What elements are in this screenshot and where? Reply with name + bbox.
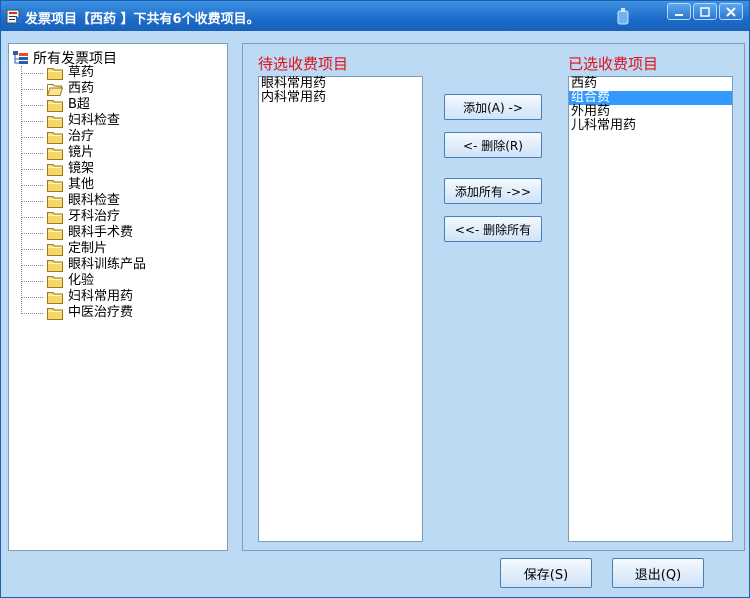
folder-icon	[47, 275, 63, 288]
save-button[interactable]: 保存(S)	[500, 558, 592, 588]
tree-item[interactable]: 镜架	[21, 161, 146, 177]
folder-icon	[47, 259, 63, 272]
folder-icon	[47, 67, 63, 80]
tree-item-label: 牙科治疗	[68, 209, 121, 224]
tree-item[interactable]: 眼科手术费	[21, 225, 146, 241]
selected-items-title: 已选收费项目	[568, 55, 659, 73]
folder-icon	[47, 195, 63, 208]
tree-item[interactable]: 其他	[21, 177, 146, 193]
tree-item-label: 妇科检查	[68, 113, 121, 128]
list-item[interactable]: 眼科常用药	[259, 77, 422, 91]
tree-item[interactable]: 眼科训练产品	[21, 257, 146, 273]
tree-item-label: 眼科检查	[68, 193, 121, 208]
exit-button[interactable]: 退出(Q)	[612, 558, 704, 588]
tree-item-label: 其他	[68, 177, 95, 192]
tree-item[interactable]: 牙科治疗	[21, 209, 146, 225]
remove-button[interactable]: <- 删除(R)	[444, 132, 542, 158]
tree-item-label: 眼科手术费	[68, 225, 134, 240]
tree-item[interactable]: 妇科常用药	[21, 289, 146, 305]
tree-item[interactable]: 草药	[21, 65, 146, 81]
charge-item-panel: 待选收费项目 眼科常用药 内科常用药 已选收费项目 西药 组合费 外用药 儿科常用药 添…	[242, 43, 745, 551]
folder-icon	[47, 115, 63, 128]
ime-icon[interactable]	[615, 7, 631, 25]
invoice-category-tree[interactable]: 所有发票项目 草药 西药 B超 妇科检查 治疗 镜片 镜架 其他 眼科检查 牙科治疗 眼科手术费 定制…	[8, 43, 228, 551]
maximize-icon	[700, 6, 710, 17]
pending-items-title: 待选收费项目	[258, 55, 349, 73]
folder-icon	[47, 179, 63, 192]
tree-item[interactable]: 化验	[21, 273, 146, 289]
pending-items-list[interactable]: 眼科常用药 内科常用药	[258, 76, 423, 542]
tree-item-label: 镜片	[68, 145, 95, 160]
folder-icon	[47, 131, 63, 144]
tree-root-icon	[13, 50, 28, 64]
minimize-button[interactable]	[667, 3, 691, 20]
tree-item-label: 妇科常用药	[68, 289, 134, 304]
tree-item-label: 草药	[68, 65, 95, 80]
selected-items-list[interactable]: 西药 组合费 外用药 儿科常用药	[568, 76, 733, 542]
tree-item-label: 定制片	[68, 241, 108, 256]
folder-icon	[47, 291, 63, 304]
maximize-button[interactable]	[693, 3, 717, 20]
tree-item-label: 化验	[68, 273, 95, 288]
list-item[interactable]: 内科常用药	[259, 91, 422, 105]
tree-item[interactable]: 妇科检查	[21, 113, 146, 129]
tree-item[interactable]: 定制片	[21, 241, 146, 257]
tree-item-label: 中医治疗费	[68, 305, 134, 320]
tree-item[interactable]: 镜片	[21, 145, 146, 161]
folder-icon	[47, 243, 63, 256]
app-icon	[6, 9, 21, 24]
close-icon	[726, 6, 736, 17]
list-item[interactable]: 西药	[569, 77, 732, 91]
folder-icon	[47, 99, 63, 112]
tree-item[interactable]: 中医治疗费	[21, 305, 146, 321]
folder-icon	[47, 211, 63, 224]
title-bar[interactable]: 发票项目【西药 】下共有6个收费项目。	[1, 1, 749, 31]
tree-item-label: 镜架	[68, 161, 95, 176]
tree-item[interactable]: 西药	[21, 81, 146, 97]
folder-icon	[47, 147, 63, 160]
minimize-icon	[675, 13, 683, 16]
folder-icon	[47, 163, 63, 176]
list-item[interactable]: 组合费	[569, 91, 732, 105]
tree-item[interactable]: 眼科检查	[21, 193, 146, 209]
remove-all-button[interactable]: <<- 删除所有	[444, 216, 542, 242]
tree-item[interactable]: 治疗	[21, 129, 146, 145]
close-button[interactable]	[719, 3, 743, 20]
folder-icon	[47, 307, 63, 320]
tree-item-label: 眼科训练产品	[68, 257, 147, 272]
list-item[interactable]: 外用药	[569, 105, 732, 119]
folder-open-icon	[47, 83, 63, 96]
list-item[interactable]: 儿科常用药	[569, 119, 732, 133]
tree-item-label: B超	[68, 97, 90, 112]
add-all-button[interactable]: 添加所有 ->>	[444, 178, 542, 204]
folder-icon	[47, 227, 63, 240]
tree-item-label: 西药	[68, 81, 95, 96]
dialog-window: 发票项目【西药 】下共有6个收费项目。 所有发票项目 草药 西药 B超 妇科检查…	[0, 0, 750, 598]
window-title: 发票项目【西药 】下共有6个收费项目。	[25, 12, 260, 27]
tree-item[interactable]: B超	[21, 97, 146, 113]
add-button[interactable]: 添加(A) ->	[444, 94, 542, 120]
tree-item-label: 治疗	[68, 129, 95, 144]
